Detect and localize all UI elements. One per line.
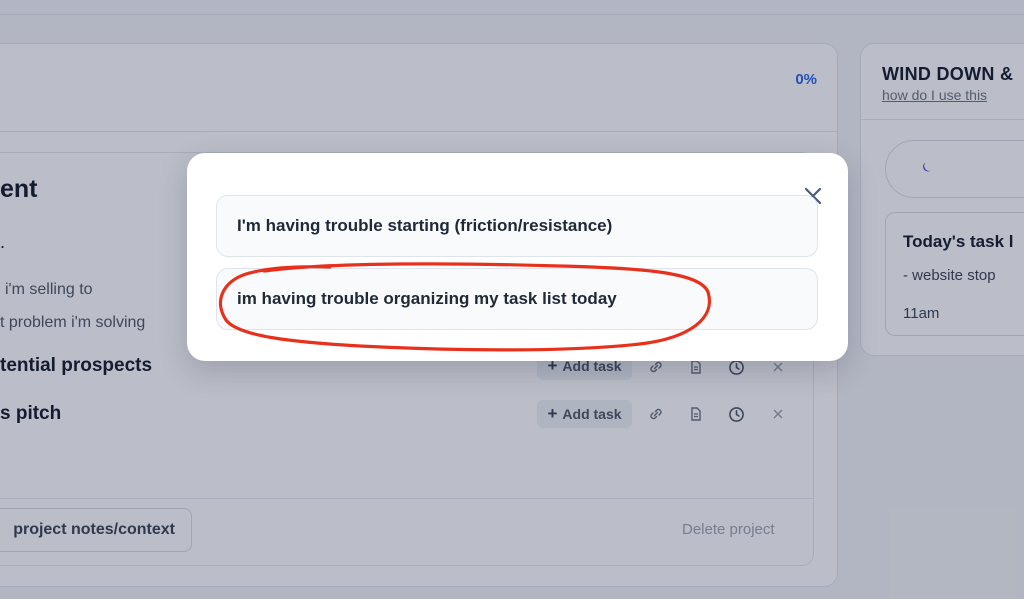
option-trouble-organizing[interactable]: im having trouble organizing my task lis… — [216, 268, 818, 330]
option-trouble-starting[interactable]: I'm having trouble starting (friction/re… — [216, 195, 818, 257]
help-options-modal: I'm having trouble starting (friction/re… — [187, 153, 848, 361]
